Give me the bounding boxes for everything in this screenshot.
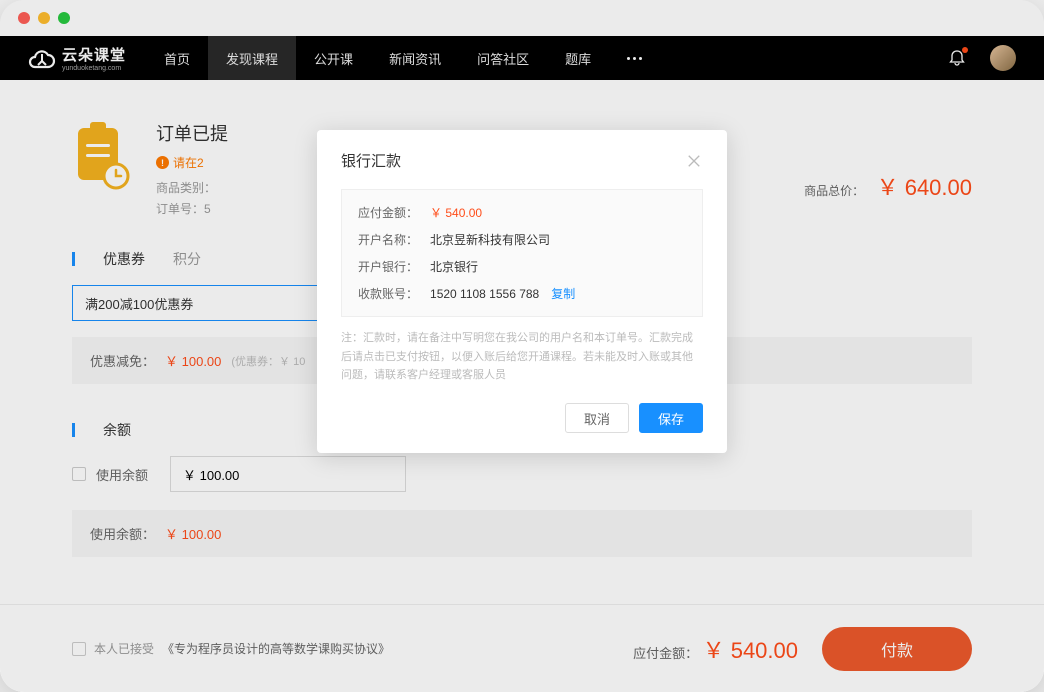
- amount-value: ￥ 540.00: [430, 204, 482, 221]
- modal-title: 银行汇款: [341, 150, 401, 171]
- account-number-value: 1520 1108 1556 788: [430, 287, 539, 301]
- modal-note: 注：汇款时，请在备注中写明您在我公司的用户名和本订单号。汇款完成后请点击已支付按…: [341, 329, 703, 385]
- bank-transfer-modal: 银行汇款 应付金额： ￥ 540.00 开户名称： 北京昱新科技有限公司 开: [317, 130, 727, 453]
- account-name-label: 开户名称：: [358, 231, 418, 248]
- amount-label: 应付金额：: [358, 204, 418, 221]
- copy-button[interactable]: 复制: [551, 285, 575, 302]
- payment-details-panel: 应付金额： ￥ 540.00 开户名称： 北京昱新科技有限公司 开户银行： 北京…: [341, 189, 703, 317]
- bank-value: 北京银行: [430, 258, 478, 275]
- account-name-value: 北京昱新科技有限公司: [430, 231, 550, 248]
- cancel-button[interactable]: 取消: [565, 403, 629, 433]
- account-number-label: 收款账号：: [358, 285, 418, 302]
- save-button[interactable]: 保存: [639, 403, 703, 433]
- modal-backdrop[interactable]: 银行汇款 应付金额： ￥ 540.00 开户名称： 北京昱新科技有限公司 开: [0, 0, 1044, 692]
- close-icon: [687, 154, 701, 168]
- bank-label: 开户银行：: [358, 258, 418, 275]
- modal-close-button[interactable]: [687, 153, 703, 169]
